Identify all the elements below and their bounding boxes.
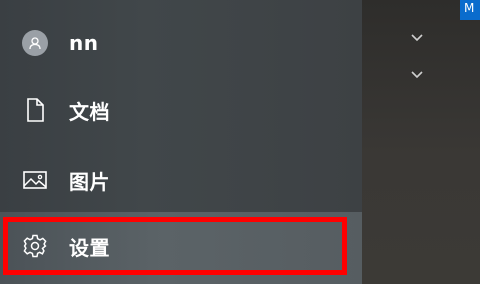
app-tile[interactable]: M: [460, 0, 480, 20]
user-account-item[interactable]: nn: [0, 14, 362, 72]
expand-chevron-1[interactable]: [410, 31, 424, 45]
app-tile-text: M: [464, 1, 475, 15]
picture-icon: [22, 167, 48, 193]
chevron-down-icon: [411, 71, 423, 79]
settings-annotation-box: [3, 217, 347, 275]
menu-item-label: 图片: [69, 169, 110, 194]
avatar: [22, 30, 48, 56]
expand-chevron-2[interactable]: [410, 68, 424, 82]
chevron-down-icon: [411, 34, 423, 42]
menu-item-documents[interactable]: 文档: [0, 81, 362, 139]
user-name: nn: [69, 31, 99, 55]
document-icon: [22, 97, 48, 123]
person-avatar-icon: [22, 30, 48, 56]
menu-item-pictures[interactable]: 图片: [0, 151, 362, 209]
menu-item-label: 文档: [69, 99, 110, 124]
